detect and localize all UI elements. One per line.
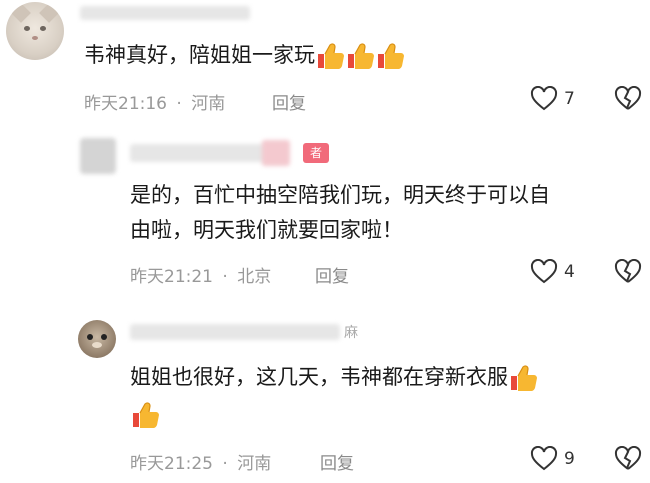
comment-text-line: 是的，百忙中抽空陪我们玩，明天终于可以自: [130, 183, 550, 207]
location: 北京: [237, 267, 272, 287]
username-fragment: 麻: [344, 325, 358, 341]
like-count: 4: [564, 262, 575, 282]
like-count: 7: [564, 89, 575, 109]
username-redacted: [130, 144, 280, 162]
broken-heart-icon[interactable]: [614, 86, 642, 112]
comment-meta: 昨天21:16 · 河南: [84, 89, 225, 114]
username-redacted: [130, 324, 340, 340]
separator: ·: [222, 267, 228, 287]
thumbs-up-icon: [130, 400, 160, 430]
reply-button[interactable]: 回复: [320, 449, 354, 474]
thumbs-up-icon: [375, 41, 405, 71]
comment-text: 姐姐也很好，这几天，韦神都在穿新衣服: [130, 360, 538, 394]
like-count: 9: [564, 449, 575, 469]
broken-heart-icon[interactable]: [614, 446, 642, 472]
comment-text: 韦神真好，陪姐姐一家玩: [84, 38, 405, 72]
username-redacted: [80, 6, 250, 20]
avatar[interactable]: [80, 138, 116, 174]
comment-meta: 昨天21:25 · 河南: [130, 449, 271, 474]
reply-button[interactable]: 回复: [315, 262, 349, 287]
avatar[interactable]: [6, 2, 64, 60]
heart-icon[interactable]: [530, 259, 558, 285]
author-badge: 者: [303, 143, 329, 163]
reply-button[interactable]: 回复: [272, 89, 306, 114]
heart-icon[interactable]: [530, 86, 558, 112]
separator: ·: [176, 94, 182, 114]
comment-text-line: 由啦，明天我们就要回家啦！: [130, 218, 403, 242]
thumbs-up-icon: [345, 41, 375, 71]
thumbs-up-icon: [315, 41, 345, 71]
thumbs-up-icon: [508, 363, 538, 393]
location: 河南: [237, 454, 272, 474]
avatar[interactable]: [78, 320, 116, 358]
location: 河南: [191, 94, 226, 114]
separator: ·: [222, 454, 228, 474]
timestamp: 昨天21:16: [84, 94, 167, 114]
redaction-block: [262, 140, 290, 166]
heart-icon[interactable]: [530, 446, 558, 472]
comment-meta: 昨天21:21 · 北京: [130, 262, 271, 287]
timestamp: 昨天21:25: [130, 454, 213, 474]
timestamp: 昨天21:21: [130, 267, 213, 287]
broken-heart-icon[interactable]: [614, 259, 642, 285]
